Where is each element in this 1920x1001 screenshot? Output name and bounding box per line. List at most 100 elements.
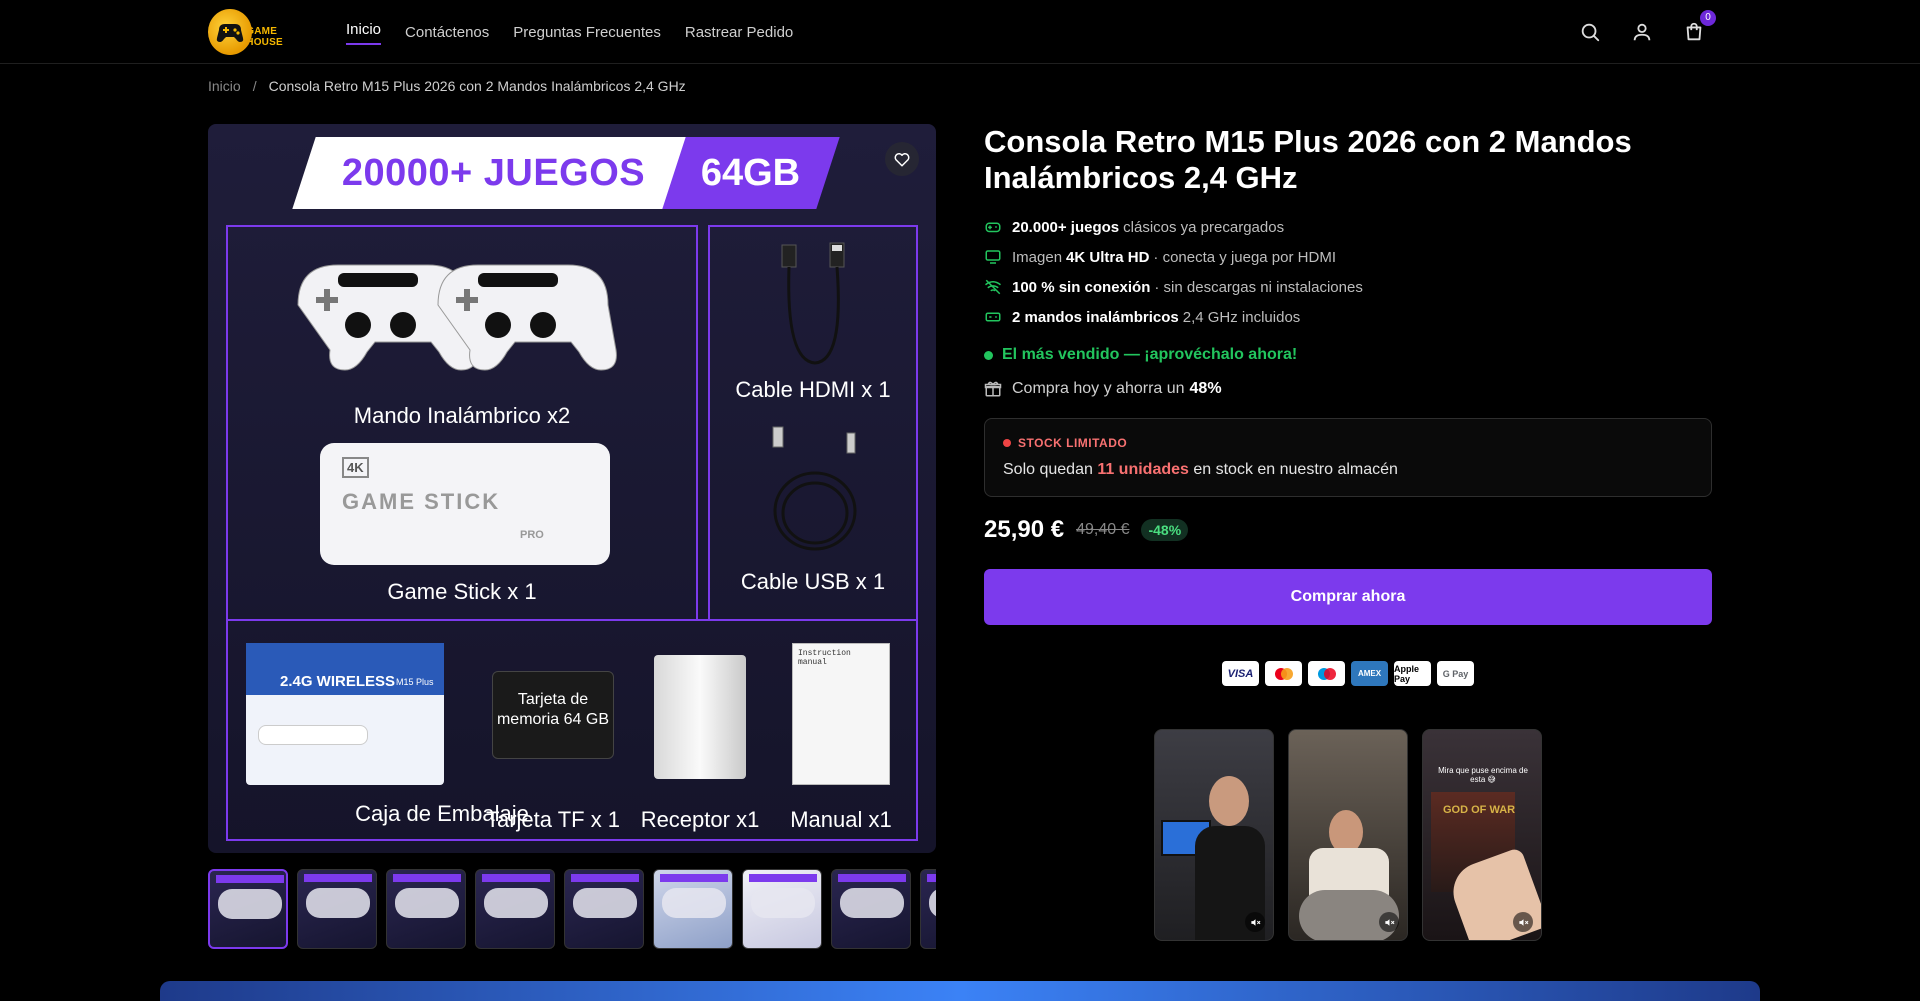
hdmi-label: Cable HDMI x 1 <box>735 377 891 402</box>
savings-percent: 48% <box>1189 380 1222 397</box>
game-house-logo-icon <box>208 9 253 55</box>
mastercard-icon <box>1265 661 1302 686</box>
savings-note: Compra hoy y ahorra un 48% <box>984 380 1222 398</box>
thumbnail-1[interactable] <box>208 869 288 949</box>
feature-4k: Imagen 4K Ultra HD · conecta y juega por H… <box>984 242 1363 272</box>
video-game-title: GOD OF WAR <box>1443 804 1516 816</box>
wifi-off-icon <box>985 279 1001 295</box>
wishlist-button[interactable] <box>885 142 919 176</box>
feature-controllers-text: 2,4 GHz incluidos <box>1182 308 1301 326</box>
thumbnail-strip <box>208 869 936 949</box>
savings-text: Compra hoy y ahorra un <box>1012 380 1185 397</box>
feature-4k-bold: 4K Ultra HD <box>1066 248 1150 266</box>
stock-units: 11 unidades <box>1097 461 1189 478</box>
video-review-1[interactable] <box>1154 729 1274 941</box>
stock-pre-text: Solo quedan <box>1003 461 1093 478</box>
controllers-image <box>297 264 617 371</box>
game-stick-image: 4K GAME STICK PRO <box>320 443 610 565</box>
thumbnail-8[interactable] <box>831 869 911 949</box>
packaging-box-image: 2.4G WIRELESS M15 Plus <box>246 643 444 785</box>
thumbnail-9[interactable] <box>920 869 936 949</box>
status-dot-icon <box>984 350 993 360</box>
memory-card-label: Tarjeta TF x 1 <box>485 807 621 832</box>
feature-4k-pre: Imagen <box>1012 248 1063 266</box>
games-banner: 20000+ JUEGOS 64GB <box>292 137 852 209</box>
feature-controllers: 2 mandos inalámbricos 2,4 GHz incluidos <box>984 302 1363 332</box>
mute-icon[interactable] <box>1379 912 1399 932</box>
gamepad-icon <box>985 222 1001 233</box>
thumbnail-4[interactable] <box>475 869 555 949</box>
maestro-icon <box>1308 661 1345 686</box>
original-price: 49,40 € <box>1076 521 1130 538</box>
feature-list: 20.000+ juegos clásicos ya precargados Im… <box>984 212 1363 332</box>
video-review-3[interactable]: Mira que puse encima de esta 😅 GOD OF WA… <box>1422 729 1542 941</box>
feature-games-text: clásicos ya precargados <box>1123 218 1285 236</box>
manual-image: Instruction manual <box>792 643 890 785</box>
thumbnail-5[interactable] <box>564 869 644 949</box>
stock-label-text: STOCK LIMITADO <box>1018 436 1128 450</box>
manual-label: Manual x1 <box>790 807 892 832</box>
video-caption: Mira que puse encima de esta 😅 <box>1438 766 1528 784</box>
amex-icon: AMEX <box>1351 661 1388 686</box>
feature-games-bold: 20.000+ juegos <box>1012 218 1120 236</box>
thumbnail-3[interactable] <box>386 869 466 949</box>
cart-icon[interactable] <box>1683 21 1705 43</box>
heart-icon <box>894 153 910 167</box>
stick-label: Game Stick x 1 <box>387 579 537 604</box>
feature-offline-bold: 100 % sin conexión <box>1012 278 1151 296</box>
stock-alert: STOCK LIMITADO Solo quedan 11 unidades e… <box>984 418 1712 497</box>
cables-box: Cable HDMI x 1 Cable USB x 1 <box>708 225 918 621</box>
main-nav: Inicio Contáctenos Preguntas Frecuentes … <box>346 0 793 64</box>
usb-label: Cable USB x 1 <box>740 569 886 594</box>
apple-pay-icon: Apple Pay <box>1394 661 1431 686</box>
search-icon[interactable] <box>1579 21 1601 43</box>
thumbnail-7[interactable] <box>742 869 822 949</box>
accessories-box: 2.4G WIRELESS M15 Plus Caja de Embalaje … <box>226 619 918 841</box>
price-row: 25,90 € 49,40 € -48% <box>984 516 1189 544</box>
mute-icon[interactable] <box>1245 912 1265 932</box>
nav-contactenos[interactable]: Contáctenos <box>405 24 489 41</box>
hdmi-cable-image <box>781 242 845 365</box>
breadcrumb-current: Consola Retro M15 Plus 2026 con 2 Mandos… <box>268 78 686 94</box>
battery-icon <box>985 312 1001 322</box>
mute-icon[interactable] <box>1513 912 1533 932</box>
banner-storage-text: 64GB <box>701 151 801 194</box>
bestseller-badge: El más vendido — ¡aprovéchalo ahora! <box>984 346 1297 364</box>
feature-4k-text: · conecta y juega por HDMI <box>1153 248 1336 266</box>
nav-preguntas-frecuentes[interactable]: Preguntas Frecuentes <box>513 24 661 41</box>
visa-icon: VISA <box>1222 661 1259 686</box>
buy-now-button[interactable]: Comprar ahora <box>984 569 1712 625</box>
logo-text: GAME HOUSE <box>246 26 283 48</box>
discount-badge: -48% <box>1141 519 1189 541</box>
promo-banner-edge <box>160 981 1760 1001</box>
stick-pro-text: PRO <box>520 529 544 541</box>
controllers-label: Mando Inalámbrico x2 <box>353 403 571 428</box>
gift-icon <box>984 381 1002 397</box>
box-wireless-text: 2.4G WIRELESS <box>280 673 396 690</box>
receiver-image <box>654 655 746 779</box>
payment-methods: VISA AMEX Apple Pay G Pay <box>1222 661 1474 686</box>
stock-label: STOCK LIMITADO <box>1003 436 1127 450</box>
google-pay-icon: G Pay <box>1437 661 1474 686</box>
nav-inicio[interactable]: Inicio <box>346 21 382 45</box>
box-model-text: M15 Plus <box>396 677 434 687</box>
brand-logo[interactable]: GAME HOUSE <box>208 7 314 57</box>
controllers-box: Mando Inalámbrico x2 4K GAME STICK PRO G… <box>226 225 698 621</box>
thumbnail-2[interactable] <box>297 869 377 949</box>
video-review-2[interactable] <box>1288 729 1408 941</box>
account-icon[interactable] <box>1631 21 1653 43</box>
stock-message: Solo quedan 11 unidades en stock en nues… <box>1003 461 1398 479</box>
nav-rastrear-pedido[interactable]: Rastrear Pedido <box>685 24 793 41</box>
bestseller-text: El más vendido — ¡aprovéchalo ahora! <box>1002 346 1298 363</box>
current-price: 25,90 € <box>984 516 1065 543</box>
breadcrumb-home[interactable]: Inicio <box>208 78 241 94</box>
thumbnail-6[interactable] <box>653 869 733 949</box>
stock-post-text: en stock en nuestro almacén <box>1193 461 1398 478</box>
feature-offline-text: · sin descargas ni instalaciones <box>1154 278 1363 296</box>
product-main-image[interactable]: 20000+ JUEGOS 64GB Mando Inalámbrico x2 … <box>208 124 936 853</box>
manual-title-text: Instruction manual <box>798 649 851 667</box>
video-reviews: Mira que puse encima de esta 😅 GOD OF WA… <box>1154 729 1542 941</box>
cart-count-badge: 0 <box>1700 10 1716 26</box>
breadcrumb: Inicio / Consola Retro M15 Plus 2026 con… <box>208 78 686 94</box>
alert-dot-icon <box>1003 439 1011 447</box>
